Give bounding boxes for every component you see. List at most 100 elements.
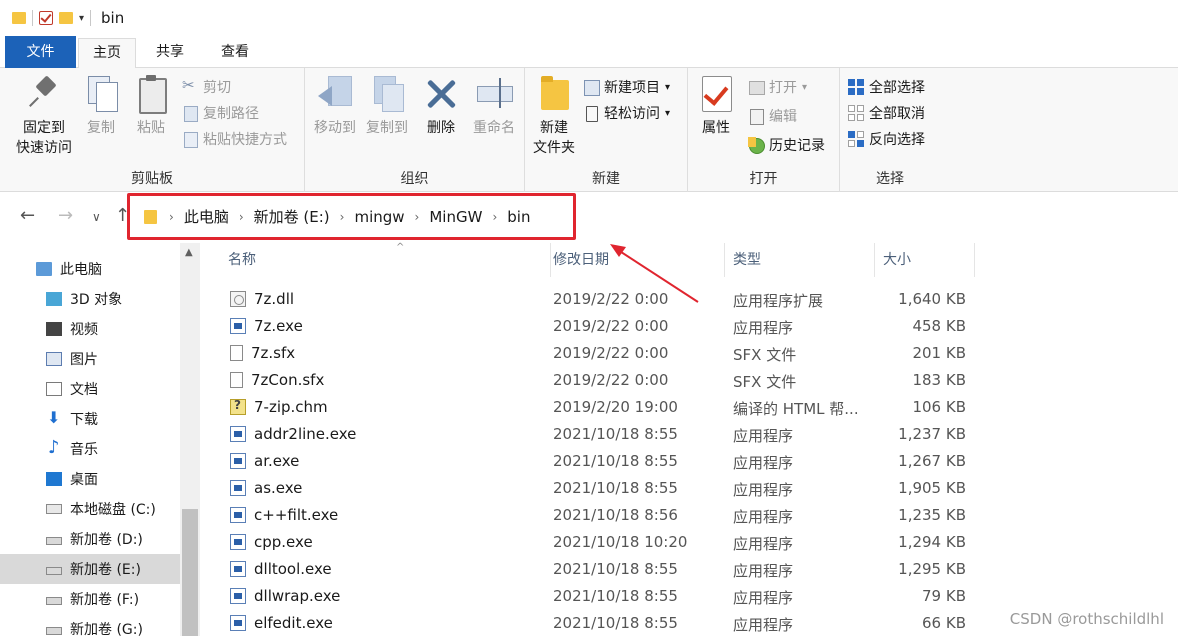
file-name-cell[interactable]: elfedit.exe (230, 614, 333, 632)
file-row[interactable]: 7z.exe 2019/2/22 0:00 应用程序 458 KB (222, 314, 982, 341)
sidebar-scrollbar[interactable]: ▲ (180, 243, 200, 636)
clipboard-group-label: 剪贴板 (131, 171, 173, 187)
column-header-name[interactable]: ^ 名称 (220, 242, 551, 277)
file-row[interactable]: cpp.exe 2021/10/18 10:20 应用程序 1,294 KB (222, 530, 982, 557)
column-header-date[interactable]: 修改日期 (545, 243, 725, 277)
breadcrumb-chevron-icon[interactable]: › (340, 210, 345, 224)
pin-to-quick-access-button[interactable]: 固定到 快速访问 (8, 74, 80, 158)
invert-selection-label: 反向选择 (869, 132, 925, 148)
column-size-label: 大小 (883, 252, 911, 268)
file-row[interactable]: dllwrap.exe 2021/10/18 8:55 应用程序 79 KB (222, 584, 982, 611)
sidebar-item[interactable]: 音乐 (0, 434, 180, 464)
sidebar-item[interactable]: 新加卷 (D:) (0, 524, 180, 554)
file-name-cell[interactable]: c++filt.exe (230, 506, 338, 524)
breadcrumb-item[interactable]: 新加卷 (E:) (254, 206, 330, 227)
breadcrumb-chevron-icon[interactable]: › (415, 210, 420, 224)
file-row[interactable]: dlltool.exe 2021/10/18 8:55 应用程序 1,295 KB (222, 557, 982, 584)
copy-path-label: 复制路径 (203, 106, 259, 122)
tab-home[interactable]: 主页 (78, 38, 136, 69)
open-button[interactable]: 打开 ▾ (748, 77, 807, 97)
breadcrumb-item[interactable]: 此电脑 (184, 206, 229, 227)
file-name-cell[interactable]: as.exe (230, 479, 302, 497)
breadcrumb-item[interactable]: bin (507, 208, 530, 226)
file-name-cell[interactable]: 7z.exe (230, 317, 303, 335)
tab-share[interactable]: 共享 (142, 38, 198, 68)
delete-button[interactable]: 删除 (421, 74, 461, 138)
sidebar-item-label: 视频 (70, 322, 98, 338)
file-name-cell[interactable]: 7z.dll (230, 290, 294, 308)
customize-toolbar-dropdown-icon[interactable]: ▾ (79, 13, 84, 24)
sidebar-item[interactable]: 视频 (0, 314, 180, 344)
copy-button[interactable]: 复制 (80, 74, 122, 138)
file-row[interactable]: as.exe 2021/10/18 8:55 应用程序 1,905 KB (222, 476, 982, 503)
properties-check-icon[interactable] (39, 11, 53, 25)
sidebar-item[interactable]: 桌面 (0, 464, 180, 494)
file-name-cell[interactable]: 7zCon.sfx (230, 371, 324, 389)
new-item-button[interactable]: 新建项目 ▾ (583, 77, 670, 97)
paste-shortcut-button[interactable]: 粘贴快捷方式 (182, 129, 287, 149)
file-name-cell[interactable]: 7-zip.chm (230, 398, 328, 416)
new-folder-icon[interactable] (59, 12, 73, 24)
file-name-cell[interactable]: ar.exe (230, 452, 299, 470)
file-row[interactable]: elfedit.exe 2021/10/18 8:55 应用程序 66 KB (222, 611, 982, 636)
sidebar-item[interactable]: 文档 (0, 374, 180, 404)
file-row[interactable]: 7z.dll 2019/2/22 0:00 应用程序扩展 1,640 KB (222, 287, 982, 314)
scroll-up-arrow-icon[interactable]: ▲ (185, 247, 193, 258)
history-button[interactable]: 历史记录 (748, 135, 825, 155)
sidebar-item[interactable]: 本地磁盘 (C:) (0, 494, 180, 524)
file-row[interactable]: 7z.sfx 2019/2/22 0:00 SFX 文件 201 KB (222, 341, 982, 368)
tab-file[interactable]: 文件 (5, 36, 76, 68)
select-all-icon (848, 79, 864, 95)
sidebar-item[interactable]: 新加卷 (E:) (0, 554, 180, 584)
breadcrumb-chevron-icon[interactable]: › (169, 210, 174, 224)
executable-icon (230, 561, 246, 577)
file-name-cell[interactable]: addr2line.exe (230, 425, 356, 443)
select-none-button[interactable]: 全部取消 (848, 103, 925, 123)
forward-arrow-icon[interactable]: → (58, 205, 73, 226)
pin-label-line1: 固定到 (23, 120, 65, 136)
breadcrumb-item[interactable]: mingw (354, 208, 404, 226)
file-row[interactable]: addr2line.exe 2021/10/18 8:55 应用程序 1,237 KB (222, 422, 982, 449)
sidebar-item[interactable]: 下载 (0, 404, 180, 434)
rename-button[interactable]: 重命名 (467, 74, 521, 138)
easy-access-label: 轻松访问 (604, 106, 660, 122)
scrollbar-thumb[interactable] (182, 509, 198, 636)
column-header-size[interactable]: 大小 (875, 243, 975, 277)
new-folder-button[interactable]: 新建 文件夹 (529, 74, 579, 158)
file-name: 7z.sfx (251, 344, 296, 362)
properties-button[interactable]: 属性 (694, 74, 738, 138)
breadcrumb-chevron-icon[interactable]: › (492, 210, 497, 224)
back-arrow-icon[interactable]: ← (20, 205, 35, 226)
sidebar-item[interactable]: 3D 对象 (0, 284, 180, 314)
sidebar-item[interactable]: 此电脑 (0, 254, 180, 284)
file-name-cell[interactable]: cpp.exe (230, 533, 313, 551)
recent-locations-chevron-icon[interactable]: ∨ (92, 210, 101, 224)
select-all-button[interactable]: 全部选择 (848, 77, 925, 97)
invert-selection-button[interactable]: 反向选择 (848, 129, 925, 149)
breadcrumb-item[interactable]: MinGW (429, 208, 482, 226)
file-date: 2019/2/22 0:00 (553, 317, 669, 335)
easy-access-button[interactable]: 轻松访问 ▾ (583, 103, 670, 123)
file-row[interactable]: 7-zip.chm 2019/2/20 19:00 编译的 HTML 帮... 106… (222, 395, 982, 422)
file-row[interactable]: 7zCon.sfx 2019/2/22 0:00 SFX 文件 183 KB (222, 368, 982, 395)
copy-to-button[interactable]: 复制到 (361, 74, 413, 138)
copy-path-button[interactable]: 复制路径 (182, 103, 259, 123)
file-name: 7zCon.sfx (251, 371, 325, 389)
tab-view[interactable]: 查看 (207, 38, 263, 68)
file-name-cell[interactable]: dlltool.exe (230, 560, 332, 578)
file-row[interactable]: ar.exe 2021/10/18 8:55 应用程序 1,267 KB (222, 449, 982, 476)
sidebar-item[interactable]: 新加卷 (F:) (0, 584, 180, 614)
sidebar-item[interactable]: 新加卷 (G:) (0, 614, 180, 636)
column-header-type[interactable]: 类型 (725, 243, 875, 277)
file-row[interactable]: c++filt.exe 2021/10/18 8:56 应用程序 1,235 KB (222, 503, 982, 530)
cut-button[interactable]: 剪切 (182, 76, 231, 97)
move-to-button[interactable]: 移动到 (309, 74, 361, 138)
file-name-cell[interactable]: dllwrap.exe (230, 587, 340, 605)
breadcrumb-chevron-icon[interactable]: › (239, 210, 244, 224)
paste-button[interactable]: 粘贴 (130, 74, 172, 138)
edit-button[interactable]: 编辑 (748, 106, 797, 126)
sidebar-item[interactable]: 图片 (0, 344, 180, 374)
address-bar[interactable]: › 此电脑 › 新加卷 (E:) › mingw › MinGW › bin (127, 193, 576, 240)
file-name-cell[interactable]: 7z.sfx (230, 344, 295, 362)
select-all-label: 全部选择 (869, 80, 925, 96)
